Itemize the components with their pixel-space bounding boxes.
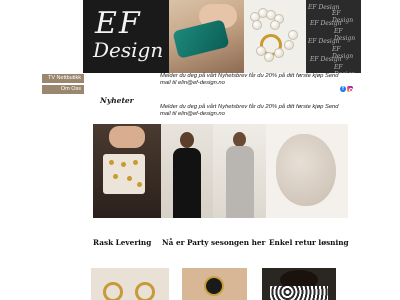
feature-party-season: Nå er Party sesongen her	[162, 238, 266, 247]
logo[interactable]: EF Design	[83, 0, 169, 73]
facebook-icon[interactable]: f	[340, 86, 346, 92]
photo-jewelry-box[interactable]	[93, 124, 161, 218]
nav-item-om-oss[interactable]: Om Oss	[42, 85, 84, 94]
section-heading-news: Nyheter	[100, 96, 134, 105]
logo-ef: EF	[95, 6, 142, 41]
nav-item-tv-nettbutikk[interactable]: TV Nettbutikk	[42, 74, 84, 83]
photo-woman-black-dress[interactable]	[161, 124, 213, 218]
logo-design: Design	[93, 38, 164, 62]
banner-photo-pearl-earrings	[244, 0, 306, 73]
newsletter-top-text: Melder du deg på vårt Nyhetsbrev får du …	[160, 73, 339, 87]
instagram-icon[interactable]	[347, 86, 353, 92]
photo-woman-grey-dress[interactable]	[213, 124, 266, 218]
photo-leopard-dress[interactable]	[262, 268, 336, 300]
nav-label: Om Oss	[60, 86, 81, 92]
photo-earrings[interactable]	[91, 268, 169, 300]
feature-fast-delivery: Rask Levering	[93, 238, 152, 247]
banner-photo-purse	[169, 0, 244, 73]
photo-scarf[interactable]	[266, 124, 348, 218]
newsletter-body-text: Melder du deg på vårt Nyhetsbrev får du …	[160, 104, 339, 118]
nav-label: TV Nettbutikk	[47, 75, 81, 81]
social-links: f	[340, 86, 354, 93]
banner-pattern: EF Design EF Design EF Design EF Design …	[306, 0, 361, 73]
feature-easy-return: Enkel retur løsning	[269, 238, 349, 247]
photo-clover-ring[interactable]	[182, 268, 247, 300]
